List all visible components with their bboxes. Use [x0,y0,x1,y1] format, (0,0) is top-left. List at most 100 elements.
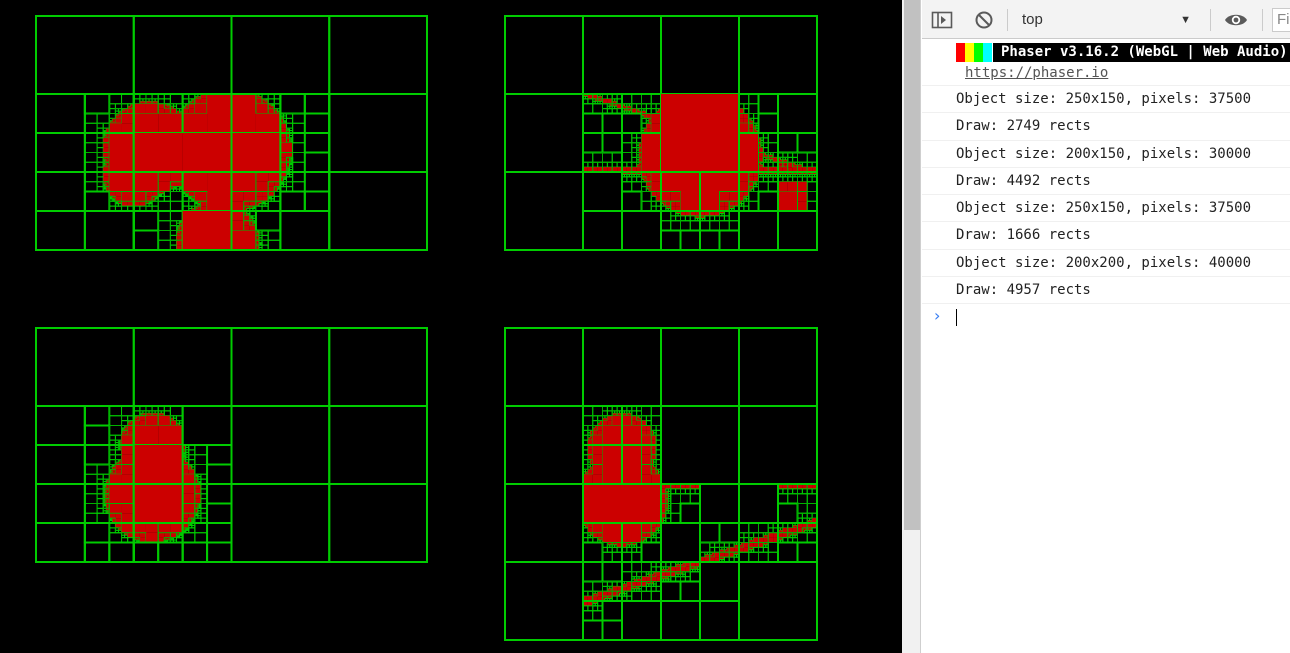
quadtree-cell [582,415,594,426]
phaser-link[interactable]: https://phaser.io [965,63,1108,83]
quadtree-cell [801,176,808,183]
filled-cell [680,191,700,211]
clear-console-icon[interactable] [972,8,996,32]
filled-cell [103,152,110,158]
quadtree-cell [641,585,647,592]
quadtree-cell [699,483,740,524]
sidebar-toggle-icon[interactable] [930,8,954,32]
filled-cell [763,537,769,543]
quadtree-cell [163,195,171,202]
quadtree-cell [285,176,294,183]
filled-cell [758,537,764,543]
quadtree-cell [206,541,233,563]
quadtree-cell [597,161,603,168]
filled-cell [268,181,275,187]
quadtree-cell [285,122,294,129]
quadtree-cell [292,132,306,144]
filled-cell [631,581,637,587]
quadtree-cell [328,93,428,173]
filled-cell [622,464,642,484]
quadtree-cell [84,181,98,192]
quadtree-cell [96,137,104,144]
color-swatch [956,43,965,62]
quadtree-cell [645,585,652,592]
filled-cell [597,532,603,538]
quadtree-cell [230,15,331,95]
quadtree-cell [114,454,123,461]
quadtree-cell [504,93,584,173]
scrollbar-thumb[interactable] [904,0,920,530]
quadtree-cell [602,551,613,563]
quadtree-cell [767,176,774,183]
quadtree-cell [777,493,789,504]
filled-cell [641,454,652,465]
quadtree-cell [738,210,779,251]
quadtree-cell [181,405,233,446]
quadtree-cell [699,229,721,251]
quadtree-cell [782,176,789,183]
context-selector[interactable]: top ▼ [1014,8,1194,32]
filled-cell [231,133,281,172]
filled-cell [700,191,720,211]
quadtree-cell [285,181,294,188]
filled-cell [231,94,256,114]
filled-cell [182,474,195,484]
quadtree-cell [806,493,818,504]
filled-cell [661,94,739,172]
quadtree-cell [680,215,686,222]
filled-cell [729,547,735,553]
game-canvas[interactable] [0,0,902,653]
quadtree-cell [728,210,740,222]
filled-cell [792,527,798,533]
filled-cell [139,415,146,421]
filled-cell [753,537,759,543]
filled-cell [651,469,657,475]
quadtree-cell [328,171,428,251]
quadtree-cell [504,405,584,485]
console-message: Object size: 200x200, pixels: 40000 [922,250,1290,278]
quadtree-cell [96,156,104,163]
quadtree-cell [96,503,104,509]
quadtree-cell [254,210,282,232]
quadtree-cell [738,327,818,407]
filled-cell [262,196,269,202]
quadtree-cell [83,444,111,466]
filled-cell [787,162,793,168]
filled-cell [719,172,739,192]
quadtree-cell [504,171,584,251]
eye-icon[interactable] [1224,8,1248,32]
quadtree-cell [679,502,701,524]
quadtree-cell [96,493,104,500]
quadtree-cell [748,200,759,212]
chevron-down-icon: ▼ [1180,14,1191,26]
filled-cell [602,420,608,426]
quadtree-cell [582,171,623,212]
filled-cell [115,196,122,202]
page-scrollbar[interactable] [902,0,920,653]
quadtree-cell [636,103,642,110]
quadtree-cell [83,210,135,251]
filled-cell [636,420,642,426]
quadtree-cell [806,181,818,192]
filled-cell [651,123,661,133]
quadtree-cell [684,215,691,222]
filter-input[interactable]: Fi [1272,8,1290,32]
filled-cell [207,191,232,211]
quadtree-cell [84,161,98,173]
quadtree-cell [151,200,159,207]
filled-cell [583,474,593,484]
quadtree-cell [102,473,110,480]
quadtree-cell [114,449,123,456]
filled-cell [651,191,657,197]
quadtree-cell [660,600,701,641]
filled-cell [670,201,676,207]
quadtree-cell [636,571,642,578]
quadtree-cell [660,327,740,407]
filled-cell [115,191,122,197]
quadtree-cell [132,15,233,95]
quadtree-cell [641,93,652,105]
filled-cell [743,547,749,553]
console-prompt[interactable]: › [922,304,1290,330]
filled-cell [651,172,661,182]
quadtree-cell [587,590,594,597]
